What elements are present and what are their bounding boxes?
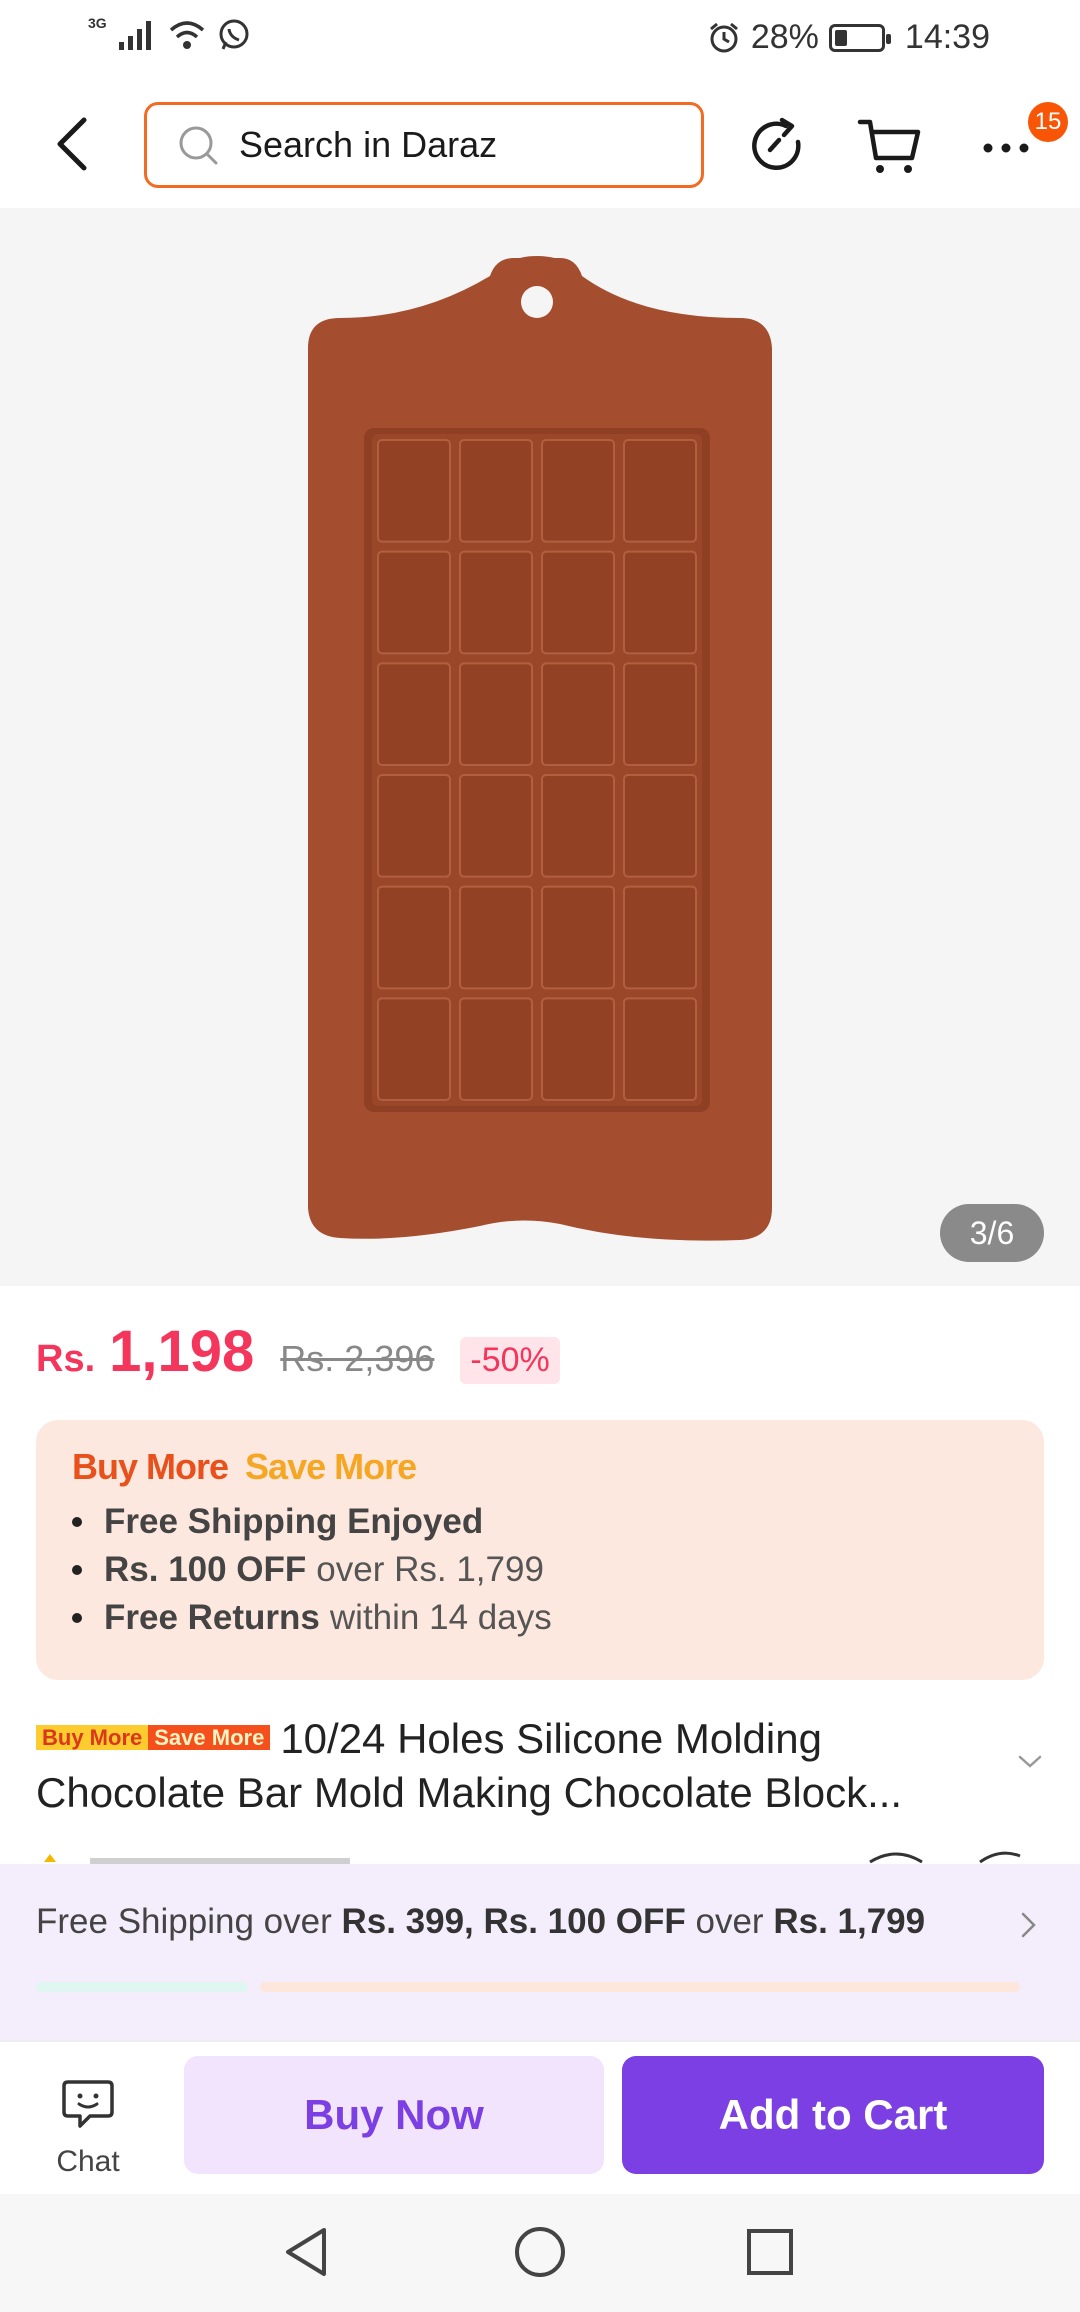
mold-cell — [459, 885, 533, 990]
progress-segment — [260, 1982, 1020, 1992]
promo-title-part2: Save More — [245, 1446, 417, 1487]
back-icon — [57, 117, 87, 171]
mold-cell — [377, 885, 451, 990]
bullet-icon — [72, 1517, 82, 1527]
add-to-cart-button[interactable]: Add to Cart — [622, 2056, 1044, 2174]
system-navigation-bar — [0, 2194, 1080, 2312]
mold-cell — [459, 662, 533, 767]
promo-box[interactable]: Buy More Save More Free Shipping Enjoyed… — [36, 1420, 1044, 1680]
promo-item-rest: over Rs. 1,799 — [316, 1550, 544, 1589]
shipping-progress — [36, 1982, 1020, 1992]
mold-cell — [623, 997, 697, 1101]
promo-title-part1: Buy More — [72, 1446, 229, 1487]
promo-item-rest: within 14 days — [329, 1598, 552, 1637]
nav-home-icon[interactable] — [510, 2222, 570, 2282]
battery-level — [834, 29, 847, 46]
refresh-icon — [752, 117, 801, 170]
shipping-prefix: Free Shipping over — [36, 1902, 342, 1941]
product-image-gallery[interactable]: 3/6 — [0, 208, 1080, 1286]
signal-icon — [118, 21, 151, 50]
promo-title: Buy More Save More — [72, 1446, 1008, 1488]
mold-cell — [623, 439, 697, 543]
mold-cell — [377, 550, 451, 655]
bullet-icon — [72, 1565, 82, 1575]
product-title[interactable]: Buy More Save More 10/24 Holes Silicone Mo… — [36, 1712, 1016, 1820]
progress-segment — [36, 1982, 248, 1992]
mold-cell — [623, 774, 697, 878]
search-icon — [179, 126, 218, 165]
search-input[interactable]: Search in Daraz — [144, 102, 704, 188]
shipping-text: Free Shipping over Rs. 399, Rs. 100 OFF … — [36, 1902, 925, 1942]
mold-cell — [623, 550, 697, 655]
mold-cell — [377, 439, 451, 543]
chat-icon — [62, 2080, 114, 2128]
mold-cell — [459, 774, 533, 878]
nav-recents-icon[interactable] — [740, 2222, 800, 2282]
mold-cell — [541, 439, 615, 543]
wifi-icon — [169, 21, 204, 49]
promo-item-bold: Rs. 100 OFF — [104, 1550, 307, 1589]
rating-row-peek — [0, 1840, 1080, 1864]
promo-item: Free Returns within 14 days — [72, 1596, 1008, 1640]
promo-item-bold: Free Returns — [104, 1598, 320, 1637]
price-row: Rs. 1,198 Rs. 2,396 -50% — [36, 1318, 560, 1398]
shipping-bold2: Rs. 1,799 — [773, 1902, 926, 1941]
image-counter: 3/6 — [940, 1204, 1044, 1262]
tag-part1: Buy More — [36, 1724, 149, 1750]
mold-cell — [377, 662, 451, 767]
refresh-button[interactable] — [746, 114, 810, 178]
bullet-icon — [72, 1613, 82, 1623]
mold-cell — [541, 662, 615, 767]
mold-cell — [459, 997, 533, 1101]
discount-badge: -50% — [460, 1337, 560, 1384]
nav-back-icon[interactable] — [278, 2222, 338, 2282]
original-price: Rs. 2,396 — [280, 1338, 435, 1379]
mold-cell — [459, 439, 533, 543]
shipping-bold1: Rs. 399, Rs. 100 OFF — [341, 1902, 686, 1941]
mold-cell — [541, 885, 615, 990]
tag-part2: Save More — [148, 1724, 271, 1750]
alarm-icon — [709, 22, 738, 52]
notification-badge: 15 — [1028, 102, 1068, 142]
header: Search in Daraz 15 — [0, 82, 1080, 208]
promo-item: Free Shipping Enjoyed — [72, 1500, 1008, 1544]
status-bar: 3G 28% 14:39 — [0, 0, 1080, 82]
buy-more-save-more-tag: Buy More Save More — [36, 1720, 271, 1756]
free-shipping-banner[interactable]: Free Shipping over Rs. 399, Rs. 100 OFF … — [0, 1864, 1080, 2040]
back-button[interactable] — [46, 112, 102, 176]
mold-cell — [541, 997, 615, 1101]
mold-cell — [623, 885, 697, 990]
mold-cell — [541, 550, 615, 655]
whatsapp-icon — [219, 19, 249, 50]
clock: 14:39 — [904, 18, 990, 56]
price-currency: Rs. — [36, 1338, 96, 1380]
cart-icon — [857, 119, 921, 173]
rating-peek-shapes — [44, 1851, 1021, 1864]
shipping-middle: over — [685, 1902, 774, 1941]
chat-label: Chat — [56, 2145, 120, 2178]
chevron-down-icon[interactable] — [1016, 1752, 1044, 1772]
cart-button[interactable] — [856, 114, 921, 178]
mold-cell — [541, 774, 615, 878]
battery-percent: 28% — [750, 18, 819, 56]
network-type: 3G — [88, 15, 107, 31]
bottom-action-bar: Chat Buy Now Add to Cart — [0, 2040, 1080, 2194]
mold-cell — [623, 662, 697, 767]
mold-cell — [377, 774, 451, 878]
chevron-right-icon — [1021, 1912, 1036, 1938]
promo-item-bold: Free Shipping Enjoyed — [104, 1502, 484, 1541]
product-image — [308, 256, 772, 1241]
battery-icon — [828, 23, 891, 52]
buy-now-button[interactable]: Buy Now — [184, 2056, 604, 2174]
mold-cell — [459, 550, 533, 655]
search-placeholder: Search in Daraz — [239, 124, 498, 165]
current-price: 1,198 — [109, 1319, 255, 1384]
chat-button[interactable]: Chat — [36, 2076, 140, 2179]
mold-cell — [377, 997, 451, 1101]
promo-item: Rs. 100 OFF over Rs. 1,799 — [72, 1548, 1008, 1592]
